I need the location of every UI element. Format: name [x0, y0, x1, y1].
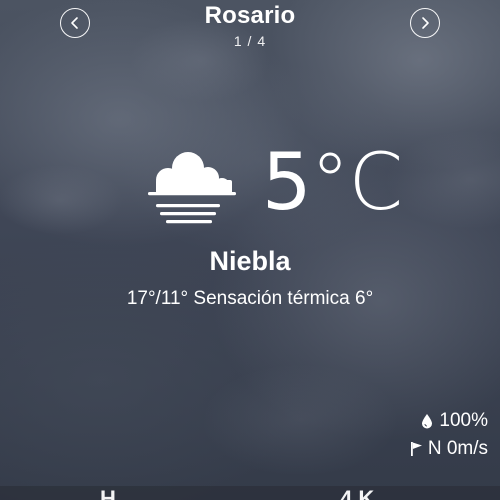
next-location-button[interactable] — [410, 8, 440, 38]
humidity-stat: 100% — [420, 410, 488, 432]
bottom-bar: H 4 K — [0, 486, 500, 500]
temperature-value: 5 — [262, 138, 312, 228]
temperature-unit: °C — [310, 138, 403, 228]
humidity-value: 100% — [439, 410, 488, 431]
current-temperature: 5°C — [262, 144, 403, 222]
temperature-details: 17°/11° Sensación térmica 6° — [126, 288, 374, 309]
droplet-icon — [422, 414, 433, 429]
fog-cloud-icon — [148, 152, 236, 224]
flag-icon — [410, 442, 422, 456]
chevron-right-icon — [422, 17, 429, 29]
weather-condition: Niebla — [209, 246, 291, 276]
wind-value: N 0m/s — [427, 438, 488, 459]
bottom-bar-right-text: 4 K — [340, 486, 375, 500]
wind-stat: N 0m/s — [409, 438, 488, 460]
bottom-bar-left-text: H — [100, 486, 116, 500]
